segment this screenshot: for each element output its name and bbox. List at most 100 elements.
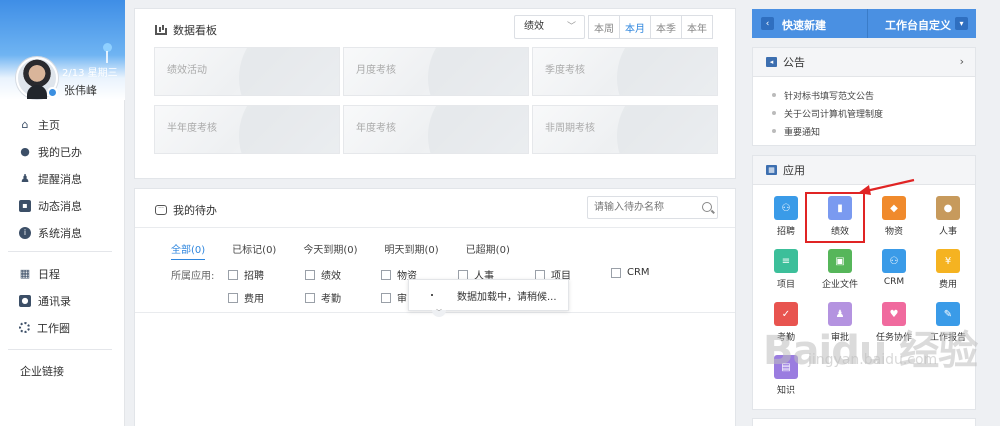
filter-recruit[interactable]: 招聘 — [228, 267, 264, 282]
filter-crm[interactable]: CRM — [611, 267, 650, 278]
location-pin-stem — [106, 51, 108, 63]
card-label: 月度考核 — [356, 65, 396, 76]
tab-overdue[interactable]: 已超期(0) — [466, 241, 510, 260]
notice-header: ◂ 公告 › — [753, 48, 975, 77]
nav-item-work-circle[interactable]: 工作圈 — [0, 314, 125, 341]
period-year[interactable]: 本年 — [681, 15, 713, 39]
chevron-left-icon[interactable]: ‹ — [761, 17, 774, 30]
app-label: 知识 — [776, 386, 795, 396]
nav-label: 主页 — [38, 118, 60, 132]
app-crm[interactable]: ⚇ CRM — [867, 246, 921, 299]
period-toggle: 本周 本月 本季 本年 — [588, 15, 713, 39]
card-label: 非周期考核 — [545, 123, 595, 134]
enterprise-links[interactable]: 企业链接 — [20, 363, 64, 379]
app-folder[interactable]: ▣ 企业文件 — [813, 246, 867, 299]
divider — [8, 349, 112, 350]
coin-icon: ¥ — [936, 249, 960, 273]
checkbox[interactable] — [305, 292, 315, 303]
customize-workbench-button[interactable]: 工作台自定义 — [885, 17, 951, 33]
app-person[interactable]: ● 人事 — [921, 193, 975, 246]
loading-text: 数据加载中，请稍候... — [457, 291, 557, 303]
card-performance-activity[interactable]: 绩效活动 — [154, 47, 340, 96]
app-box[interactable]: ◆ 物资 — [867, 193, 921, 246]
card-quarterly-review[interactable]: 季度考核 — [532, 47, 718, 96]
app-label: 费用 — [938, 280, 957, 290]
bar-chart-icon — [155, 25, 167, 35]
metric-select[interactable]: 绩效 ﹀ — [514, 15, 585, 39]
todo-panel: ··· 我的待办 全部(0) 已标记(0) 今天到期(0) 明天到期(0) 已超… — [134, 188, 736, 426]
dashboard-panel: 数据看板 绩效 ﹀ 本周 本月 本季 本年 绩效活动 月度考核 季度考核 半年度… — [134, 8, 736, 179]
checkbox[interactable] — [228, 292, 238, 303]
dashboard-title-text: 数据看板 — [173, 24, 217, 37]
filter-attendance[interactable]: 考勤 — [305, 290, 341, 305]
folder-icon: ▣ — [828, 249, 852, 273]
app-label: 物资 — [884, 227, 903, 237]
nav-item-schedule[interactable]: ▦ 日程 — [0, 260, 125, 287]
chevron-down-icon: ﹀ — [566, 22, 576, 32]
period-quarter[interactable]: 本季 — [650, 15, 682, 39]
quick-new-button[interactable]: 快速新建 — [782, 17, 826, 33]
main-nav: ⌂ 主页 ● 我的已办 ♟ 提醒消息 ▪ 动态消息 i 系统消息 — [0, 111, 125, 246]
chevron-right-icon[interactable]: › — [960, 55, 964, 68]
filter-label: 审 — [397, 294, 407, 305]
notice-item-text: 针对标书填写范文公告 — [784, 91, 875, 102]
notice-list: 针对标书填写范文公告 关于公司计算机管理制度 重要通知 — [772, 86, 883, 140]
nav-item-contacts[interactable]: ● 通讯录 — [0, 287, 125, 314]
period-month[interactable]: 本月 — [619, 15, 651, 39]
checkbox[interactable] — [228, 269, 238, 280]
app-list[interactable]: ≡ 项目 — [759, 246, 813, 299]
person-check-icon: ● — [20, 145, 30, 158]
card-half-year-review[interactable]: 半年度考核 — [154, 105, 340, 154]
checkbox[interactable] — [381, 269, 391, 280]
tab-flagged[interactable]: 已标记(0) — [232, 241, 276, 260]
chat-bubble-icon: ··· — [155, 205, 167, 215]
settings-badge-icon[interactable] — [47, 87, 58, 98]
app-label: CRM — [883, 277, 905, 287]
contacts-icon: ● — [19, 294, 31, 307]
app-label: 招聘 — [776, 227, 795, 237]
notice-item[interactable]: 关于公司计算机管理制度 — [772, 104, 883, 122]
checkbox[interactable] — [305, 269, 315, 280]
loading-spinner-icon — [431, 294, 433, 296]
filter-label: 绩效 — [321, 271, 341, 282]
nav-label: 日程 — [38, 267, 60, 281]
bullet — [772, 93, 776, 97]
todo-tabs: 全部(0) 已标记(0) 今天到期(0) 明天到期(0) 已超期(0) — [171, 241, 537, 260]
filter-performance[interactable]: 绩效 — [305, 267, 341, 282]
nav-item-reminders[interactable]: ♟ 提醒消息 — [0, 165, 125, 192]
nav-item-done[interactable]: ● 我的已办 — [0, 138, 125, 165]
nav-item-activity[interactable]: ▪ 动态消息 — [0, 192, 125, 219]
tab-due-today[interactable]: 今天到期(0) — [303, 241, 357, 260]
checkbox[interactable] — [381, 292, 391, 303]
chevron-down-icon[interactable]: ▾ — [955, 17, 968, 30]
list-icon: ≡ — [774, 249, 798, 273]
filter-expense[interactable]: 费用 — [228, 290, 264, 305]
info-icon: i — [19, 226, 31, 239]
notice-item[interactable]: 重要通知 — [772, 122, 883, 140]
next-panel — [752, 418, 976, 426]
checkbox[interactable] — [535, 269, 545, 280]
nav-item-home[interactable]: ⌂ 主页 — [0, 111, 125, 138]
filter-approval[interactable]: 审 — [381, 290, 407, 305]
checkbox[interactable] — [611, 267, 621, 278]
filter-label: 考勤 — [321, 294, 341, 305]
search-icon[interactable] — [702, 202, 712, 212]
bullet — [772, 111, 776, 115]
card-monthly-review[interactable]: 月度考核 — [343, 47, 529, 96]
notice-item[interactable]: 针对标书填写范文公告 — [772, 86, 883, 104]
app-filter-label: 所属应用: — [171, 271, 215, 282]
work-circle-icon — [19, 322, 30, 333]
card-label: 季度考核 — [545, 65, 585, 76]
tab-due-tomorrow[interactable]: 明天到期(0) — [385, 241, 439, 260]
app-coin[interactable]: ¥ 费用 — [921, 246, 975, 299]
collapse-chevron-icon[interactable]: ﹀ — [432, 310, 446, 317]
period-week[interactable]: 本周 — [588, 15, 620, 39]
card-annual-review[interactable]: 年度考核 — [343, 105, 529, 154]
recruit-icon: ⚇ — [774, 196, 798, 220]
tab-all[interactable]: 全部(0) — [171, 241, 206, 260]
nav-item-system[interactable]: i 系统消息 — [0, 219, 125, 246]
card-non-periodic-review[interactable]: 非周期考核 — [532, 105, 718, 154]
todo-search-input[interactable] — [587, 196, 718, 219]
highlight-box — [805, 192, 865, 243]
checkbox[interactable] — [458, 269, 468, 280]
